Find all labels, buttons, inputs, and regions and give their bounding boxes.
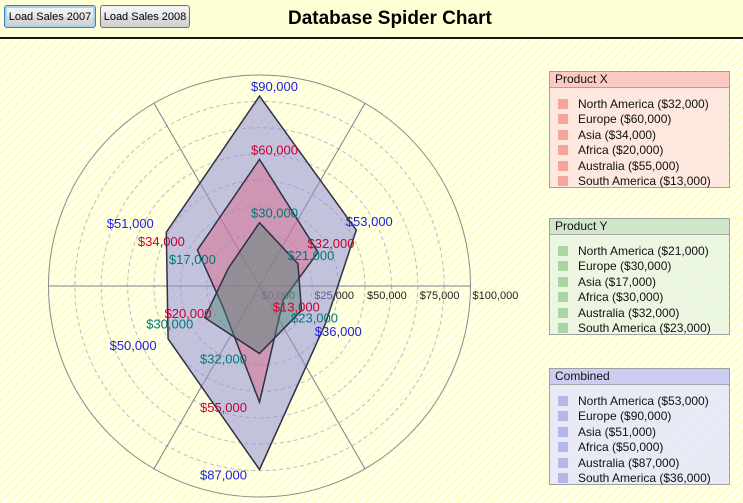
legend-item-label: Africa ($30,000) — [578, 290, 663, 304]
data-label: $87,000 — [200, 468, 247, 483]
axis-tick-label: $50,000 — [367, 290, 407, 302]
legend-swatch-icon — [558, 277, 568, 287]
legend-item: South America ($23,000) — [558, 321, 725, 337]
legend-title-product-x: Product X — [550, 72, 729, 88]
spider-chart: $0,000$25,000$50,000$75,000$100,000$32,0… — [0, 41, 545, 503]
legend-item-label: Europe ($30,000) — [578, 259, 671, 273]
legend-swatch-icon — [558, 427, 568, 437]
data-label: $30,000 — [146, 317, 193, 332]
axis-tick-label: $75,000 — [420, 290, 460, 302]
legend-item: Asia ($34,000) — [558, 127, 725, 143]
legend-swatch-icon — [558, 161, 568, 171]
legend-swatch-icon — [558, 99, 568, 109]
legend-swatch-icon — [558, 261, 568, 271]
legend-item: Asia ($17,000) — [558, 274, 725, 290]
legend-item: Australia ($55,000) — [558, 158, 725, 174]
legend-swatch-icon — [558, 308, 568, 318]
legend-item-label: Africa ($50,000) — [578, 440, 663, 454]
legend-item-label: Africa ($20,000) — [578, 143, 663, 157]
page-title: Database Spider Chart — [288, 8, 492, 30]
toolbar: Load Sales 2007 Load Sales 2008 Database… — [0, 0, 743, 39]
legend-item: South America ($36,000) — [558, 471, 725, 487]
legend-swatch-icon — [558, 114, 568, 124]
data-label: $36,000 — [315, 324, 362, 339]
legend-item: Africa ($20,000) — [558, 143, 725, 159]
data-label: $53,000 — [346, 214, 393, 229]
legend-swatch-icon — [558, 130, 568, 140]
legend-swatch-icon — [558, 396, 568, 406]
data-label: $55,000 — [200, 400, 247, 415]
legend-item-label: Australia ($55,000) — [578, 159, 679, 173]
data-label: $21,000 — [287, 248, 334, 263]
data-label: $50,000 — [110, 338, 157, 353]
legend-item: North America ($21,000) — [558, 243, 725, 259]
legend-product-x: Product XNorth America ($32,000)Europe (… — [549, 71, 730, 188]
data-label: $32,000 — [200, 352, 247, 367]
legend-item-label: Asia ($34,000) — [578, 128, 656, 142]
legend-item: Africa ($30,000) — [558, 290, 725, 306]
load-sales-2008-button[interactable]: Load Sales 2008 — [100, 5, 190, 28]
legend-swatch-icon — [558, 145, 568, 155]
load-sales-2007-button[interactable]: Load Sales 2007 — [4, 5, 96, 28]
legend-item: North America ($32,000) — [558, 96, 725, 112]
legend-title-product-y: Product Y — [550, 219, 729, 235]
legend-item: Africa ($50,000) — [558, 440, 725, 456]
data-label: $90,000 — [251, 79, 298, 94]
legend-item-label: North America ($53,000) — [578, 394, 709, 408]
legend-item-label: North America ($21,000) — [578, 244, 709, 258]
legend-product-y: Product YNorth America ($21,000)Europe (… — [549, 218, 730, 335]
legend-swatch-icon — [558, 458, 568, 468]
legend-body-product-x: North America ($32,000)Europe ($60,000) A… — [550, 88, 729, 187]
legend-item-label: Australia ($87,000) — [578, 456, 679, 470]
legend-swatch-icon — [558, 176, 568, 186]
axis-tick-label: $100,000 — [473, 290, 519, 302]
legend-item-label: Europe ($60,000) — [578, 112, 671, 126]
data-label: $30,000 — [251, 206, 298, 221]
legend-swatch-icon — [558, 292, 568, 302]
legend-item: South America ($13,000) — [558, 174, 725, 190]
legend-item: Europe ($90,000) — [558, 409, 725, 425]
legend-item-label: South America ($13,000) — [578, 174, 711, 188]
legend-item: Australia ($87,000) — [558, 455, 725, 471]
legend-swatch-icon — [558, 442, 568, 452]
legend-body-combined: North America ($53,000)Europe ($90,000) A… — [550, 385, 729, 484]
legend-item-label: South America ($36,000) — [578, 471, 711, 485]
legend-item-label: Asia ($51,000) — [578, 425, 656, 439]
legend-combined: CombinedNorth America ($53,000)Europe ($… — [549, 368, 730, 485]
legend-item: North America ($53,000) — [558, 393, 725, 409]
legend-item-label: South America ($23,000) — [578, 321, 711, 335]
legend-item-label: Europe ($90,000) — [578, 409, 671, 423]
legend-item-label: North America ($32,000) — [578, 97, 709, 111]
legend-item: Europe ($60,000) — [558, 112, 725, 128]
legend-swatch-icon — [558, 323, 568, 333]
legend-item-label: Australia ($32,000) — [578, 306, 679, 320]
data-label: $60,000 — [251, 142, 298, 157]
legend-swatch-icon — [558, 246, 568, 256]
legend-item: Europe ($30,000) — [558, 259, 725, 275]
data-label: $34,000 — [138, 234, 185, 249]
data-label: $51,000 — [107, 216, 154, 231]
data-label: $17,000 — [169, 252, 216, 267]
legend-swatch-icon — [558, 473, 568, 483]
legend-item: Asia ($51,000) — [558, 424, 725, 440]
legend-item-label: Asia ($17,000) — [578, 275, 656, 289]
legend-title-combined: Combined — [550, 369, 729, 385]
legend-swatch-icon — [558, 411, 568, 421]
legend-item: Australia ($32,000) — [558, 305, 725, 321]
legend-body-product-y: North America ($21,000)Europe ($30,000) A… — [550, 235, 729, 334]
app-window: { "toolbar": { "button_2007": "Load Sale… — [0, 0, 743, 503]
